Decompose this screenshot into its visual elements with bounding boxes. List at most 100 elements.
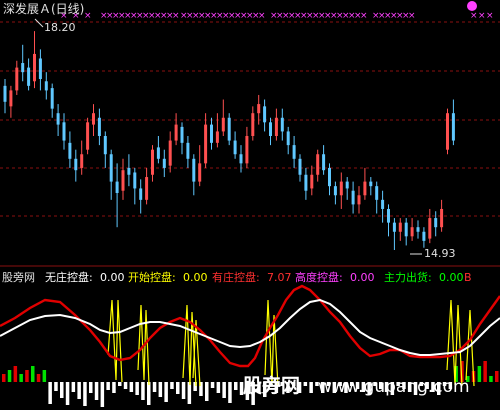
candle-body bbox=[33, 53, 36, 82]
histogram-bar bbox=[48, 382, 52, 404]
candle-body bbox=[322, 154, 326, 171]
candle-body bbox=[68, 142, 72, 159]
indicator-value-3: 0.00 bbox=[350, 271, 375, 284]
candlestick-series[interactable] bbox=[3, 31, 455, 250]
candle-body bbox=[180, 126, 184, 143]
candle-body bbox=[227, 117, 231, 141]
candle-body bbox=[151, 149, 154, 175]
site-label: 股旁网 bbox=[2, 270, 35, 284]
candle-body bbox=[392, 222, 396, 232]
candle-body bbox=[263, 106, 267, 123]
candle-body bbox=[210, 124, 213, 143]
marker-x: × bbox=[470, 11, 478, 21]
candle-body bbox=[280, 117, 284, 132]
histogram-bar bbox=[36, 374, 41, 382]
candle-body bbox=[269, 122, 272, 136]
candle-body bbox=[97, 117, 101, 136]
chart-title: 深发展Ａ(日线) bbox=[3, 1, 84, 16]
candle-body bbox=[62, 122, 66, 141]
histogram-bar bbox=[118, 382, 122, 386]
candle-body bbox=[257, 104, 261, 114]
watermark-url: www.gupang.com bbox=[318, 377, 470, 397]
histogram-bar bbox=[42, 370, 47, 382]
start-control-spikes bbox=[107, 299, 475, 387]
candle-body bbox=[21, 63, 25, 73]
candle-body bbox=[145, 177, 149, 200]
indicator-header: 股旁网 无庄控盘: 0.00 开始控盘: 0.00 有庄控盘: 7.07 高度控… bbox=[2, 270, 472, 284]
histogram-bar bbox=[477, 366, 482, 382]
candle-body bbox=[351, 190, 355, 205]
watermark: 股旁网 www.gupang.com bbox=[243, 374, 470, 397]
indicator-value-4: 0.00 bbox=[439, 271, 464, 284]
histogram-bar bbox=[495, 371, 499, 382]
candle-body bbox=[133, 172, 137, 189]
histogram-bar bbox=[83, 382, 87, 406]
candle-body bbox=[56, 113, 60, 125]
indicator-name-1: 开始控盘: bbox=[128, 270, 176, 284]
candle-body bbox=[27, 67, 31, 86]
histogram-bar bbox=[228, 382, 232, 403]
candle-body bbox=[339, 181, 343, 196]
histogram-bar bbox=[100, 382, 105, 407]
candle-body bbox=[304, 174, 308, 191]
candle-body bbox=[245, 136, 249, 164]
indicator-name-4: 主力出货: bbox=[384, 270, 432, 284]
histogram-bar bbox=[222, 382, 226, 398]
histogram-bar bbox=[2, 374, 6, 382]
candle-body bbox=[422, 231, 426, 241]
candle-body bbox=[328, 167, 331, 187]
candle-body bbox=[233, 140, 237, 155]
candle-body bbox=[310, 174, 314, 189]
histogram-bar bbox=[13, 366, 18, 382]
histogram-bar bbox=[210, 382, 215, 388]
histogram-bar bbox=[216, 382, 221, 393]
candle-body bbox=[239, 154, 243, 164]
candle-body bbox=[127, 167, 131, 175]
marker-x: × bbox=[84, 11, 92, 21]
histogram-bar bbox=[71, 382, 76, 392]
histogram-bar bbox=[483, 361, 487, 382]
histogram-bar bbox=[181, 382, 186, 399]
candle-body bbox=[174, 124, 178, 141]
candle-body bbox=[410, 227, 414, 237]
candle-body bbox=[168, 140, 172, 166]
no-control-line bbox=[0, 298, 500, 356]
histogram-bar bbox=[89, 382, 93, 393]
marker-x: × bbox=[486, 11, 494, 21]
indicator-value-2: 7.07 bbox=[267, 271, 292, 284]
histogram-bar bbox=[187, 382, 192, 404]
candle-body bbox=[363, 181, 367, 196]
candle-body bbox=[375, 186, 379, 200]
histogram-bar bbox=[19, 374, 23, 382]
marker-x: × bbox=[360, 11, 368, 21]
histogram-bar bbox=[176, 382, 180, 394]
candle-body bbox=[398, 222, 402, 232]
candle-body bbox=[446, 113, 449, 150]
histogram-bar bbox=[234, 382, 238, 390]
histogram-bar bbox=[309, 382, 313, 393]
candle-body bbox=[221, 117, 225, 132]
histogram-bar bbox=[164, 382, 168, 402]
indicator-name-0: 无庄控盘: bbox=[45, 270, 93, 284]
indicator-value-1: 0.00 bbox=[183, 271, 208, 284]
histogram-bar bbox=[303, 382, 308, 386]
candle-body bbox=[50, 88, 54, 109]
candle-body bbox=[162, 158, 166, 168]
candle-body bbox=[44, 81, 48, 91]
candle-body bbox=[251, 113, 255, 136]
candle-body bbox=[416, 227, 420, 232]
histogram-bar bbox=[123, 382, 128, 389]
candle-body bbox=[192, 158, 196, 182]
indicator-name-2: 有庄控盘: bbox=[212, 270, 260, 284]
candle-body bbox=[92, 113, 95, 125]
candle-body bbox=[357, 195, 361, 205]
histogram-bar bbox=[25, 370, 29, 382]
candle-body bbox=[198, 163, 202, 182]
candle-body bbox=[156, 147, 160, 159]
upper-grid bbox=[0, 21, 500, 217]
histogram-bar bbox=[170, 382, 174, 389]
marker-x: × bbox=[172, 11, 180, 21]
indicator-value-0: 0.00 bbox=[100, 271, 125, 284]
histogram-bar bbox=[147, 382, 151, 405]
candle-body bbox=[345, 181, 349, 189]
